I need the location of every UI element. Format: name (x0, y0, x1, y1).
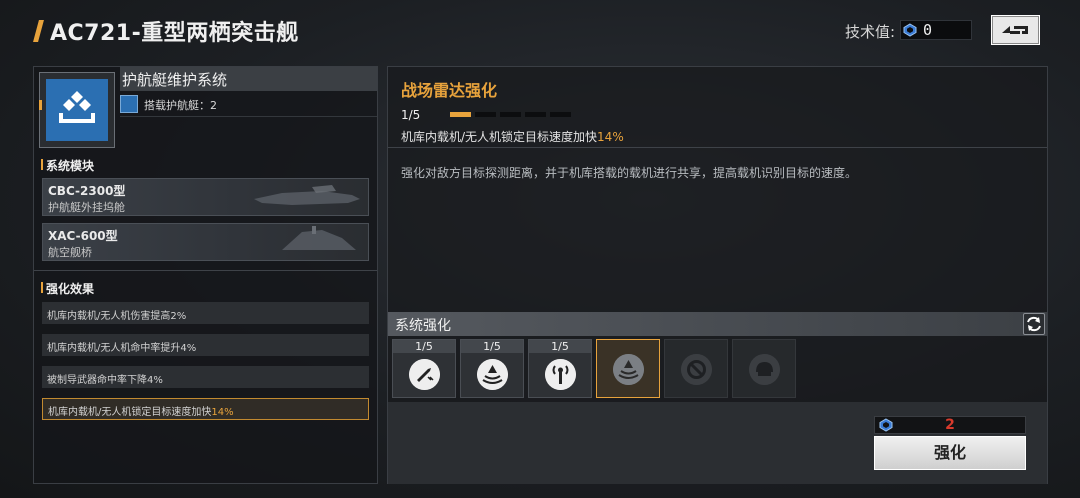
ship-silhouette-icon (254, 185, 360, 205)
level-pip (475, 112, 496, 117)
upgrade-area: 2 强化 (388, 402, 1047, 484)
effect-item: 被制导武器命中率下降4% (42, 366, 369, 388)
system-name: 护航艇维护系统 (122, 71, 228, 89)
back-arrow-icon (1002, 26, 1028, 34)
upgrade-cost-value: 2 (945, 417, 955, 433)
slot-level: 1/5 (461, 340, 523, 353)
page-title: AC721-重型两栖突击舰 (50, 21, 299, 46)
tech-crystal-icon (903, 23, 917, 37)
radar-cone-icon (477, 359, 508, 390)
escort-count-row: 搭载护航艇：2 (120, 93, 377, 117)
repair-icon (681, 354, 712, 385)
system-info-panel: 护航艇维护系统 搭载护航艇：2 系统模块 CBC-2300型 护航艇外挂坞舱 X… (33, 66, 378, 484)
enhance-effect: 机库内载机/无人机锁定目标速度加快14% (401, 130, 624, 144)
slot-level: 1/5 (393, 340, 455, 353)
enhance-level: 1/5 (401, 108, 421, 122)
antenna-icon (545, 359, 576, 390)
tech-points-label: 技术值: (845, 23, 896, 41)
tech-points-value: 0 (923, 21, 933, 39)
effect-item: 机库内载机/无人机命中率提升4% (42, 334, 369, 356)
upgrade-cost: 2 (874, 416, 1026, 434)
shield-helmet-icon (749, 354, 780, 385)
system-enhance-title: 系统强化 (395, 318, 451, 334)
enhance-slot-locked[interactable] (732, 339, 796, 398)
module-subtitle: 航空舰桥 (48, 246, 92, 259)
level-pip (450, 112, 471, 117)
escort-count: 搭载护航艇：2 (144, 99, 217, 112)
level-progress (450, 112, 571, 117)
enhance-detail-panel: 战场雷达强化 1/5 机库内载机/无人机锁定目标速度加快14% 强化对敌方目标探… (387, 66, 1048, 484)
escort-dock-icon (59, 91, 95, 123)
missile-icon (409, 359, 440, 390)
system-icon-frame (39, 72, 115, 148)
effect-item-active: 机库内载机/无人机锁定目标速度加快14% (42, 398, 369, 420)
enhance-title: 战场雷达强化 (401, 81, 498, 100)
effects-section-title: 强化效果 (40, 282, 95, 296)
module-name: XAC-600型 (48, 229, 118, 243)
refresh-icon (1027, 316, 1041, 332)
enhance-slot[interactable]: 1/5 (392, 339, 456, 398)
level-pip (500, 112, 521, 117)
module-name: CBC-2300型 (48, 184, 126, 198)
module-item[interactable]: XAC-600型 航空舰桥 (42, 223, 369, 261)
enhance-description: 强化对敌方目标探测距离，并于机库搭载的载机进行共享，提高载机识别目标的速度。 (401, 166, 858, 180)
modules-section-title: 系统模块 (40, 159, 95, 173)
refresh-button[interactable] (1023, 313, 1045, 335)
slot-level: 1/5 (529, 340, 591, 353)
module-subtitle: 护航艇外挂坞舱 (48, 201, 125, 214)
top-bar: AC721-重型两栖突击舰 技术值: 0 (0, 0, 1080, 62)
tech-points-box: 0 (900, 20, 972, 40)
system-enhance-header: 系统强化 (388, 312, 1047, 336)
enhance-slot[interactable]: 1/5 (528, 339, 592, 398)
bridge-silhouette-icon (282, 226, 356, 250)
back-button[interactable] (991, 15, 1040, 45)
module-item[interactable]: CBC-2300型 护航艇外挂坞舱 (42, 178, 369, 216)
level-pip (525, 112, 546, 117)
radar-cone-icon (613, 354, 644, 385)
enhance-slot[interactable]: 1/5 (460, 339, 524, 398)
enhance-slot-selected[interactable] (596, 339, 660, 398)
effect-item: 机库内载机/无人机伤害提高2% (42, 302, 369, 324)
enhance-slot-locked[interactable] (664, 339, 728, 398)
level-pip (550, 112, 571, 117)
upgrade-button[interactable]: 强化 (874, 436, 1026, 470)
escort-boat-icon (120, 95, 138, 113)
title-accent-mark (33, 20, 44, 42)
